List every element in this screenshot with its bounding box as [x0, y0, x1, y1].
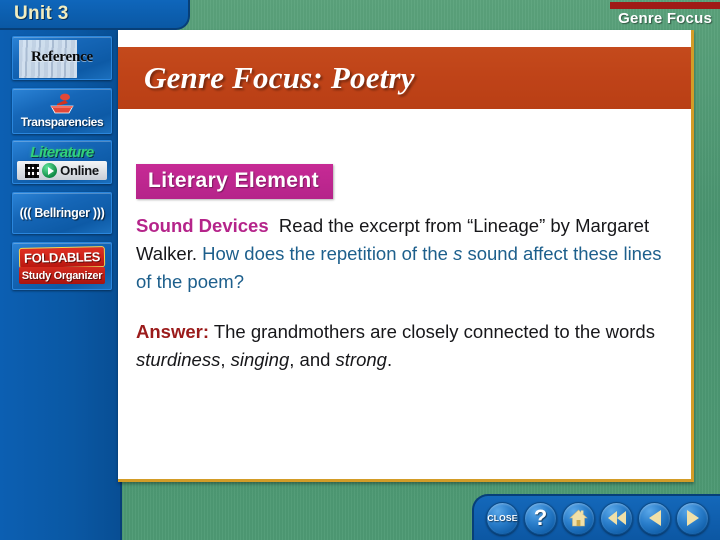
top-accent-bar	[610, 2, 720, 9]
slide-banner: Genre Focus: Poetry	[118, 47, 691, 109]
slide-banner-title: Genre Focus: Poetry	[144, 60, 415, 95]
help-button[interactable]: ?	[524, 501, 557, 535]
home-button[interactable]	[562, 501, 595, 535]
answer-sep-1: ,	[220, 349, 226, 370]
sidebar-item-reference-label: Reference	[30, 49, 94, 65]
close-button-label: CLOSE	[487, 513, 518, 523]
section-title: Genre Focus	[618, 10, 712, 27]
literary-element-badge-label: Literary Element	[148, 169, 319, 192]
sidebar-item-literature-online[interactable]: Literature Online	[12, 140, 112, 184]
next-button[interactable]	[676, 501, 709, 535]
slide-body: Sound Devices Read the excerpt from “Lin…	[136, 212, 675, 396]
sidebar-item-bellringer[interactable]: ((( Bellringer )))	[12, 192, 112, 234]
answer-italic-3: strong	[335, 349, 387, 370]
answer-label: Answer:	[136, 321, 209, 342]
home-icon	[569, 509, 588, 527]
question-prompt-italic: s	[453, 243, 463, 264]
content-card: Genre Focus: Poetry Literary Element Sou…	[118, 30, 694, 482]
question-mark-icon: ?	[533, 505, 548, 530]
previous-button[interactable]	[638, 501, 671, 535]
sidebar-item-transparencies-label: Transparencies	[20, 115, 104, 129]
play-icon	[42, 163, 58, 178]
answer-paragraph: Answer: The grandmothers are closely con…	[136, 318, 675, 374]
arrow-right-icon	[686, 510, 699, 526]
sidebar-item-transparencies[interactable]: Transparencies	[12, 88, 112, 134]
unit-tab[interactable]: Unit 3	[0, 0, 190, 30]
presentation-slide: Genre Focus Genre Focus: Poetry Literary…	[0, 0, 720, 540]
sidebar-item-bellringer-label: ((( Bellringer )))	[19, 206, 105, 220]
sidebar-item-online-label: Online	[60, 163, 99, 178]
unit-tab-label: Unit 3	[14, 3, 69, 24]
qr-code-icon	[25, 163, 40, 178]
projector-icon	[50, 93, 74, 114]
sidebar-item-reference[interactable]: Reference	[12, 36, 112, 80]
answer-italic-1: sturdiness	[136, 349, 221, 370]
literary-element-badge: Literary Element	[136, 164, 333, 199]
arrow-left-icon	[648, 510, 661, 526]
sidebar-item-study-organizer-label: Study Organizer	[21, 269, 103, 282]
question-prompt-blue-1: How does the repetition of the	[202, 243, 448, 264]
foldables-banner: FOLDABLES	[18, 246, 106, 269]
answer-sep-2: , and	[289, 349, 331, 370]
rewind-icon	[607, 511, 626, 525]
rewind-button[interactable]	[600, 501, 633, 535]
answer-italic-2: singing	[230, 349, 290, 370]
sidebar-item-foldables-label: FOLDABLES	[23, 249, 101, 266]
foldables-subbanner: Study Organizer	[19, 267, 105, 284]
navigation-bar: CLOSE ?	[472, 494, 720, 540]
close-button[interactable]: CLOSE	[486, 501, 519, 535]
answer-sep-3: .	[386, 349, 393, 370]
question-term: Sound Devices	[136, 215, 269, 236]
answer-text-1: The grandmothers are closely connected t…	[213, 321, 655, 342]
literature-online-row: Online	[17, 161, 107, 180]
sidebar-item-literature-label: Literature	[30, 144, 94, 161]
sidebar-item-foldables[interactable]: FOLDABLES Study Organizer	[12, 242, 112, 290]
question-paragraph: Sound Devices Read the excerpt from “Lin…	[136, 212, 675, 296]
